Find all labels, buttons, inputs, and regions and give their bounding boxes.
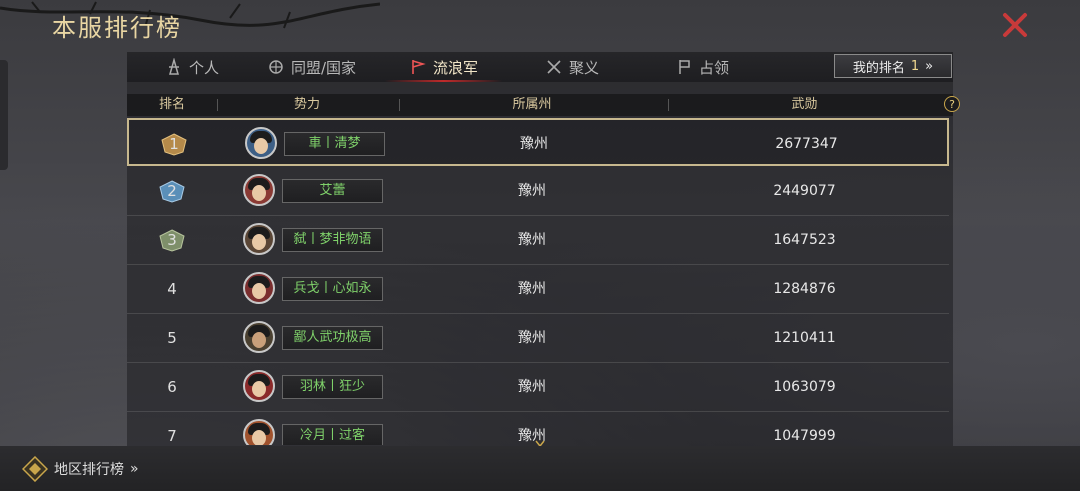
avatar	[243, 370, 275, 402]
rank-cell: 2	[155, 167, 189, 215]
rank-cell: 6	[167, 378, 177, 396]
table-row[interactable]: 1 車丨清梦 豫州 2677347	[127, 118, 949, 166]
regional-ranking-label: 地区排行榜	[54, 462, 124, 478]
province-cell: 豫州	[518, 330, 546, 346]
table-row[interactable]: 4 兵戈丨心如永 豫州 1284876	[127, 265, 949, 314]
double-chevron-right-icon: »	[925, 58, 934, 74]
tab-label: 聚义	[569, 58, 600, 77]
province-cell: 豫州	[518, 232, 546, 248]
merit-cell: 1647523	[773, 232, 836, 248]
tab-label: 个人	[189, 58, 220, 77]
tower-icon	[169, 58, 179, 75]
column-divider	[399, 99, 400, 111]
page-title: 本服排行榜	[52, 14, 182, 42]
rank-cell: 7	[167, 427, 177, 445]
tab-occupy[interactable]: 占领	[675, 52, 729, 82]
help-icon[interactable]: ?	[944, 96, 960, 112]
avatar	[243, 223, 275, 255]
gold-medal-icon: 1	[159, 132, 189, 156]
rank-cell: 3	[155, 216, 189, 264]
ranking-list[interactable]: 1 車丨清梦 豫州 2677347 2 艾蕾 豫州 2449077 3 弑丨梦非…	[127, 118, 953, 445]
province-cell: 豫州	[518, 183, 546, 199]
rank-number: 2	[167, 182, 177, 200]
my-rank-label: 我的排名	[852, 60, 905, 76]
faction-name: 羽林丨狂少	[282, 375, 383, 399]
province-cell: 豫州	[518, 281, 546, 297]
merit-cell: 2449077	[773, 183, 836, 199]
alliance-helmet-icon	[269, 60, 283, 74]
merit-cell: 1063079	[773, 379, 836, 395]
merit-cell: 1284876	[773, 281, 836, 297]
province-cell: 豫州	[518, 428, 546, 444]
faction-name: 艾蕾	[282, 179, 383, 203]
faction-name: 弑丨梦非物语	[282, 228, 383, 252]
bronze-medal-icon: 3	[157, 228, 187, 252]
column-header-rank: 排名	[158, 97, 185, 112]
merit-cell: 2677347	[775, 136, 838, 152]
faction-name: 兵戈丨心如永	[282, 277, 383, 301]
double-chevron-right-icon: »	[130, 461, 139, 477]
tab-wanderer[interactable]: 流浪军	[385, 52, 503, 82]
faction-name: 鄙人武功极高	[282, 326, 383, 350]
table-row[interactable]: 2 艾蕾 豫州 2449077	[127, 167, 949, 216]
active-tab-underline	[385, 80, 503, 82]
table-row[interactable]: 6 羽林丨狂少 豫州 1063079	[127, 363, 949, 412]
tab-label: 流浪军	[433, 58, 479, 77]
silver-medal-icon: 2	[157, 179, 187, 203]
regional-ranking-button[interactable]: 地区排行榜 »	[22, 456, 139, 482]
table-header: 排名 势力 所属州 武勋	[127, 94, 953, 116]
merit-cell: 1047999	[773, 428, 836, 444]
avatar	[243, 321, 275, 353]
wanderer-flag-icon	[412, 60, 426, 74]
rank-cell: 4	[167, 280, 177, 298]
my-rank-button[interactable]: 我的排名 1 »	[834, 54, 952, 78]
tab-alliance[interactable]: 同盟/国家	[267, 52, 356, 82]
column-divider	[668, 99, 669, 111]
tab-personal[interactable]: 个人	[165, 52, 219, 82]
table-row[interactable]: 5 鄙人武功极高 豫州 1210411	[127, 314, 949, 363]
merit-cell: 1210411	[773, 330, 836, 346]
rank-cell: 5	[167, 329, 177, 347]
avatar	[243, 419, 275, 445]
close-icon[interactable]	[998, 10, 1032, 40]
my-rank-value: 1	[910, 58, 920, 74]
crossed-swords-icon	[547, 60, 561, 74]
table-row[interactable]: 3 弑丨梦非物语 豫州 1647523	[127, 216, 949, 265]
banner-icon	[679, 60, 690, 74]
faction-name: 車丨清梦	[284, 132, 385, 156]
tab-bar: 个人 同盟/国家 流浪军 聚义 占领	[127, 52, 953, 82]
column-header-faction: 势力	[293, 97, 320, 112]
footer-bar: 地区排行榜 »	[0, 446, 1080, 491]
region-emblem-icon	[22, 456, 48, 482]
avatar	[243, 174, 275, 206]
tab-label: 占领	[699, 58, 730, 77]
column-divider	[217, 99, 218, 111]
rank-number: 3	[167, 231, 177, 249]
avatar	[245, 127, 277, 159]
tab-uprising[interactable]: 聚义	[545, 52, 599, 82]
column-header-merit: 武勋	[791, 97, 818, 112]
province-cell: 豫州	[520, 136, 548, 152]
column-header-province: 所属州	[512, 97, 552, 112]
tab-label: 同盟/国家	[291, 58, 357, 77]
rank-cell: 1	[157, 120, 191, 168]
side-handle[interactable]	[0, 60, 8, 170]
faction-name: 冷月丨过客	[282, 424, 383, 445]
rank-number: 1	[169, 135, 179, 153]
avatar	[243, 272, 275, 304]
province-cell: 豫州	[518, 379, 546, 395]
